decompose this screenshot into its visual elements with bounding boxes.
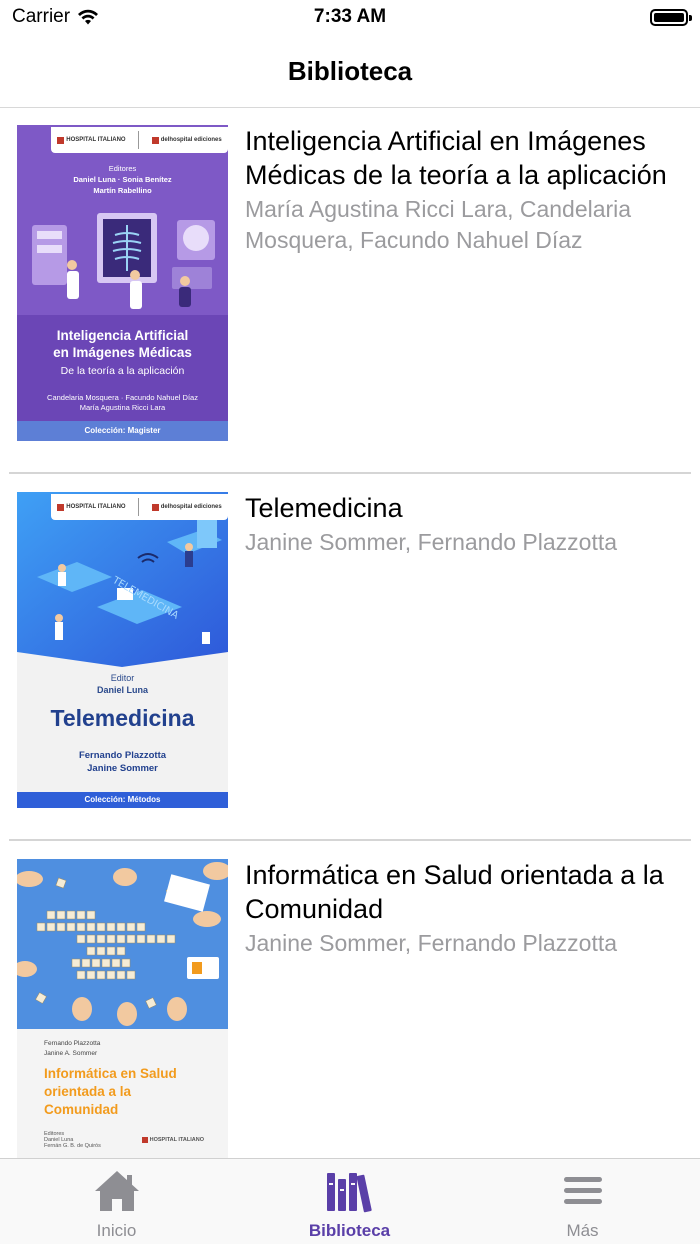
row-divider [9,472,691,474]
tab-mas[interactable]: Más [466,1159,699,1244]
cover-authors: Fernando Plazzotta Janine Sommer [17,749,228,775]
cover-title: Informática en Salud orientada a la Comu… [44,1065,219,1119]
cover-authors-line: Janine Sommer [87,763,158,774]
cover-title-line: Informática en Salud [44,1066,177,1081]
cover-footer: Editores Daniel Luna Fernán G. B. de Qui… [44,1131,204,1149]
cover-illustration [32,213,215,309]
cover-authors-line: Fernando Plazzotta [78,750,167,761]
logo-right: delhospital ediciones [160,504,222,510]
status-bar: Carrier 7:33 AM [0,0,700,36]
cover-editors: Editores Daniel Luna · Sonia Benítez Mar… [17,163,228,196]
book-row[interactable]: HOSPITAL ITALIANO delhospital ediciones … [0,108,700,474]
book-cover[interactable]: HOSPITAL ITALIANO delhospital ediciones … [17,125,228,441]
book-info[interactable]: Informática en Salud orientada a la Comu… [245,858,685,959]
publisher-logos: HOSPITAL ITALIANO delhospital ediciones [51,494,228,520]
tab-biblioteca[interactable]: Biblioteca [233,1159,466,1244]
cover-authors: Candelaria Mosquera · Facundo Nahuel Día… [17,393,228,413]
cover-authors-line: Candelaria Mosquera · Facundo Nahuel Día… [47,393,198,402]
cover-editors: Editores Daniel Luna Fernán G. B. de Qui… [44,1131,101,1149]
tab-inicio[interactable]: Inicio [0,1159,233,1244]
book-authors: Janine Sommer, Fernando Plazzotta [245,529,618,555]
battery-icon [650,9,692,26]
book-info[interactable]: Inteligencia Artificial en Imágenes Médi… [245,124,685,256]
cover-title: Inteligencia Artificial en Imágenes Médi… [17,327,228,361]
cover-collection: Colección: Magister [17,421,228,441]
cover-authors: Fernando Plazzotta Janine A. Sommer [44,1039,100,1059]
logo-right: delhospital ediciones [160,137,222,143]
tab-bar: Inicio Biblioteca Más [0,1158,700,1244]
cover-editor: Editor Daniel Luna [17,672,228,696]
cover-title-line: Inteligencia Artificial [56,328,189,343]
tab-label: Más [566,1221,599,1240]
book-authors: Janine Sommer, Fernando Plazzotta [245,930,618,956]
home-icon [94,1171,139,1211]
navigation-bar: Biblioteca [0,36,700,108]
row-divider [9,839,691,841]
book-info[interactable]: Telemedicina Janine Sommer, Fernando Pla… [245,491,685,558]
cover-collection: Colección: Métodos [17,792,228,808]
publisher-logos: HOSPITAL ITALIANO delhospital ediciones [51,127,228,153]
cover-editors-line: Fernán G. B. de Quirós [44,1143,101,1149]
logo-text: HOSPITAL ITALIANO [149,1137,204,1143]
book-cover[interactable]: TELEMEDICINA HOSPITAL ITALIANO delhospit… [17,492,228,808]
library-icon [326,1173,372,1213]
book-row[interactable]: Fernando Plazzotta Janine A. Sommer Info… [0,842,700,1158]
cover-title: Telemedicina [50,705,195,731]
book-title[interactable]: Informática en Salud orientada a la Comu… [245,858,685,926]
cover-subtitle: De la teoría a la aplicación [60,365,185,377]
cover-editor-label: Editor [110,673,135,683]
cover-title-line: en Imágenes Médicas [53,345,192,360]
cover-title-line: orientada a la [44,1084,132,1099]
book-title[interactable]: Inteligencia Artificial en Imágenes Médi… [245,124,685,192]
cover-illustration [17,859,228,1029]
cover-authors-line: Janine A. Sommer [44,1050,98,1057]
cover-editors-label: Editores [108,164,137,173]
tab-label: Inicio [96,1221,137,1240]
cover-editors-line: Martín Rabellino [93,186,152,195]
page-title: Biblioteca [287,56,413,86]
cover-editors-line: Daniel Luna · Sonia Benítez [73,175,172,184]
book-title[interactable]: Telemedicina [245,491,685,525]
book-cover[interactable]: Fernando Plazzotta Janine A. Sommer Info… [17,859,228,1158]
status-time: 7:33 AM [313,6,387,27]
logo-left: HOSPITAL ITALIANO [66,137,126,143]
cover-authors-line: Fernando Plazzotta [44,1040,101,1047]
book-row[interactable]: TELEMEDICINA HOSPITAL ITALIANO delhospit… [0,475,700,841]
cover-title-line: Comunidad [44,1102,119,1117]
cover-authors-line: María Agustina Ricci Lara [79,403,166,412]
book-list[interactable]: HOSPITAL ITALIANO delhospital ediciones … [0,108,700,1158]
publisher-logo: HOSPITAL ITALIANO [141,1137,204,1143]
cover-editor-name: Daniel Luna [96,685,148,695]
logo-left: HOSPITAL ITALIANO [66,504,126,510]
book-authors: María Agustina Ricci Lara, Candelaria Mo… [245,196,632,253]
tab-label: Biblioteca [308,1221,391,1240]
menu-icon [563,1177,602,1204]
